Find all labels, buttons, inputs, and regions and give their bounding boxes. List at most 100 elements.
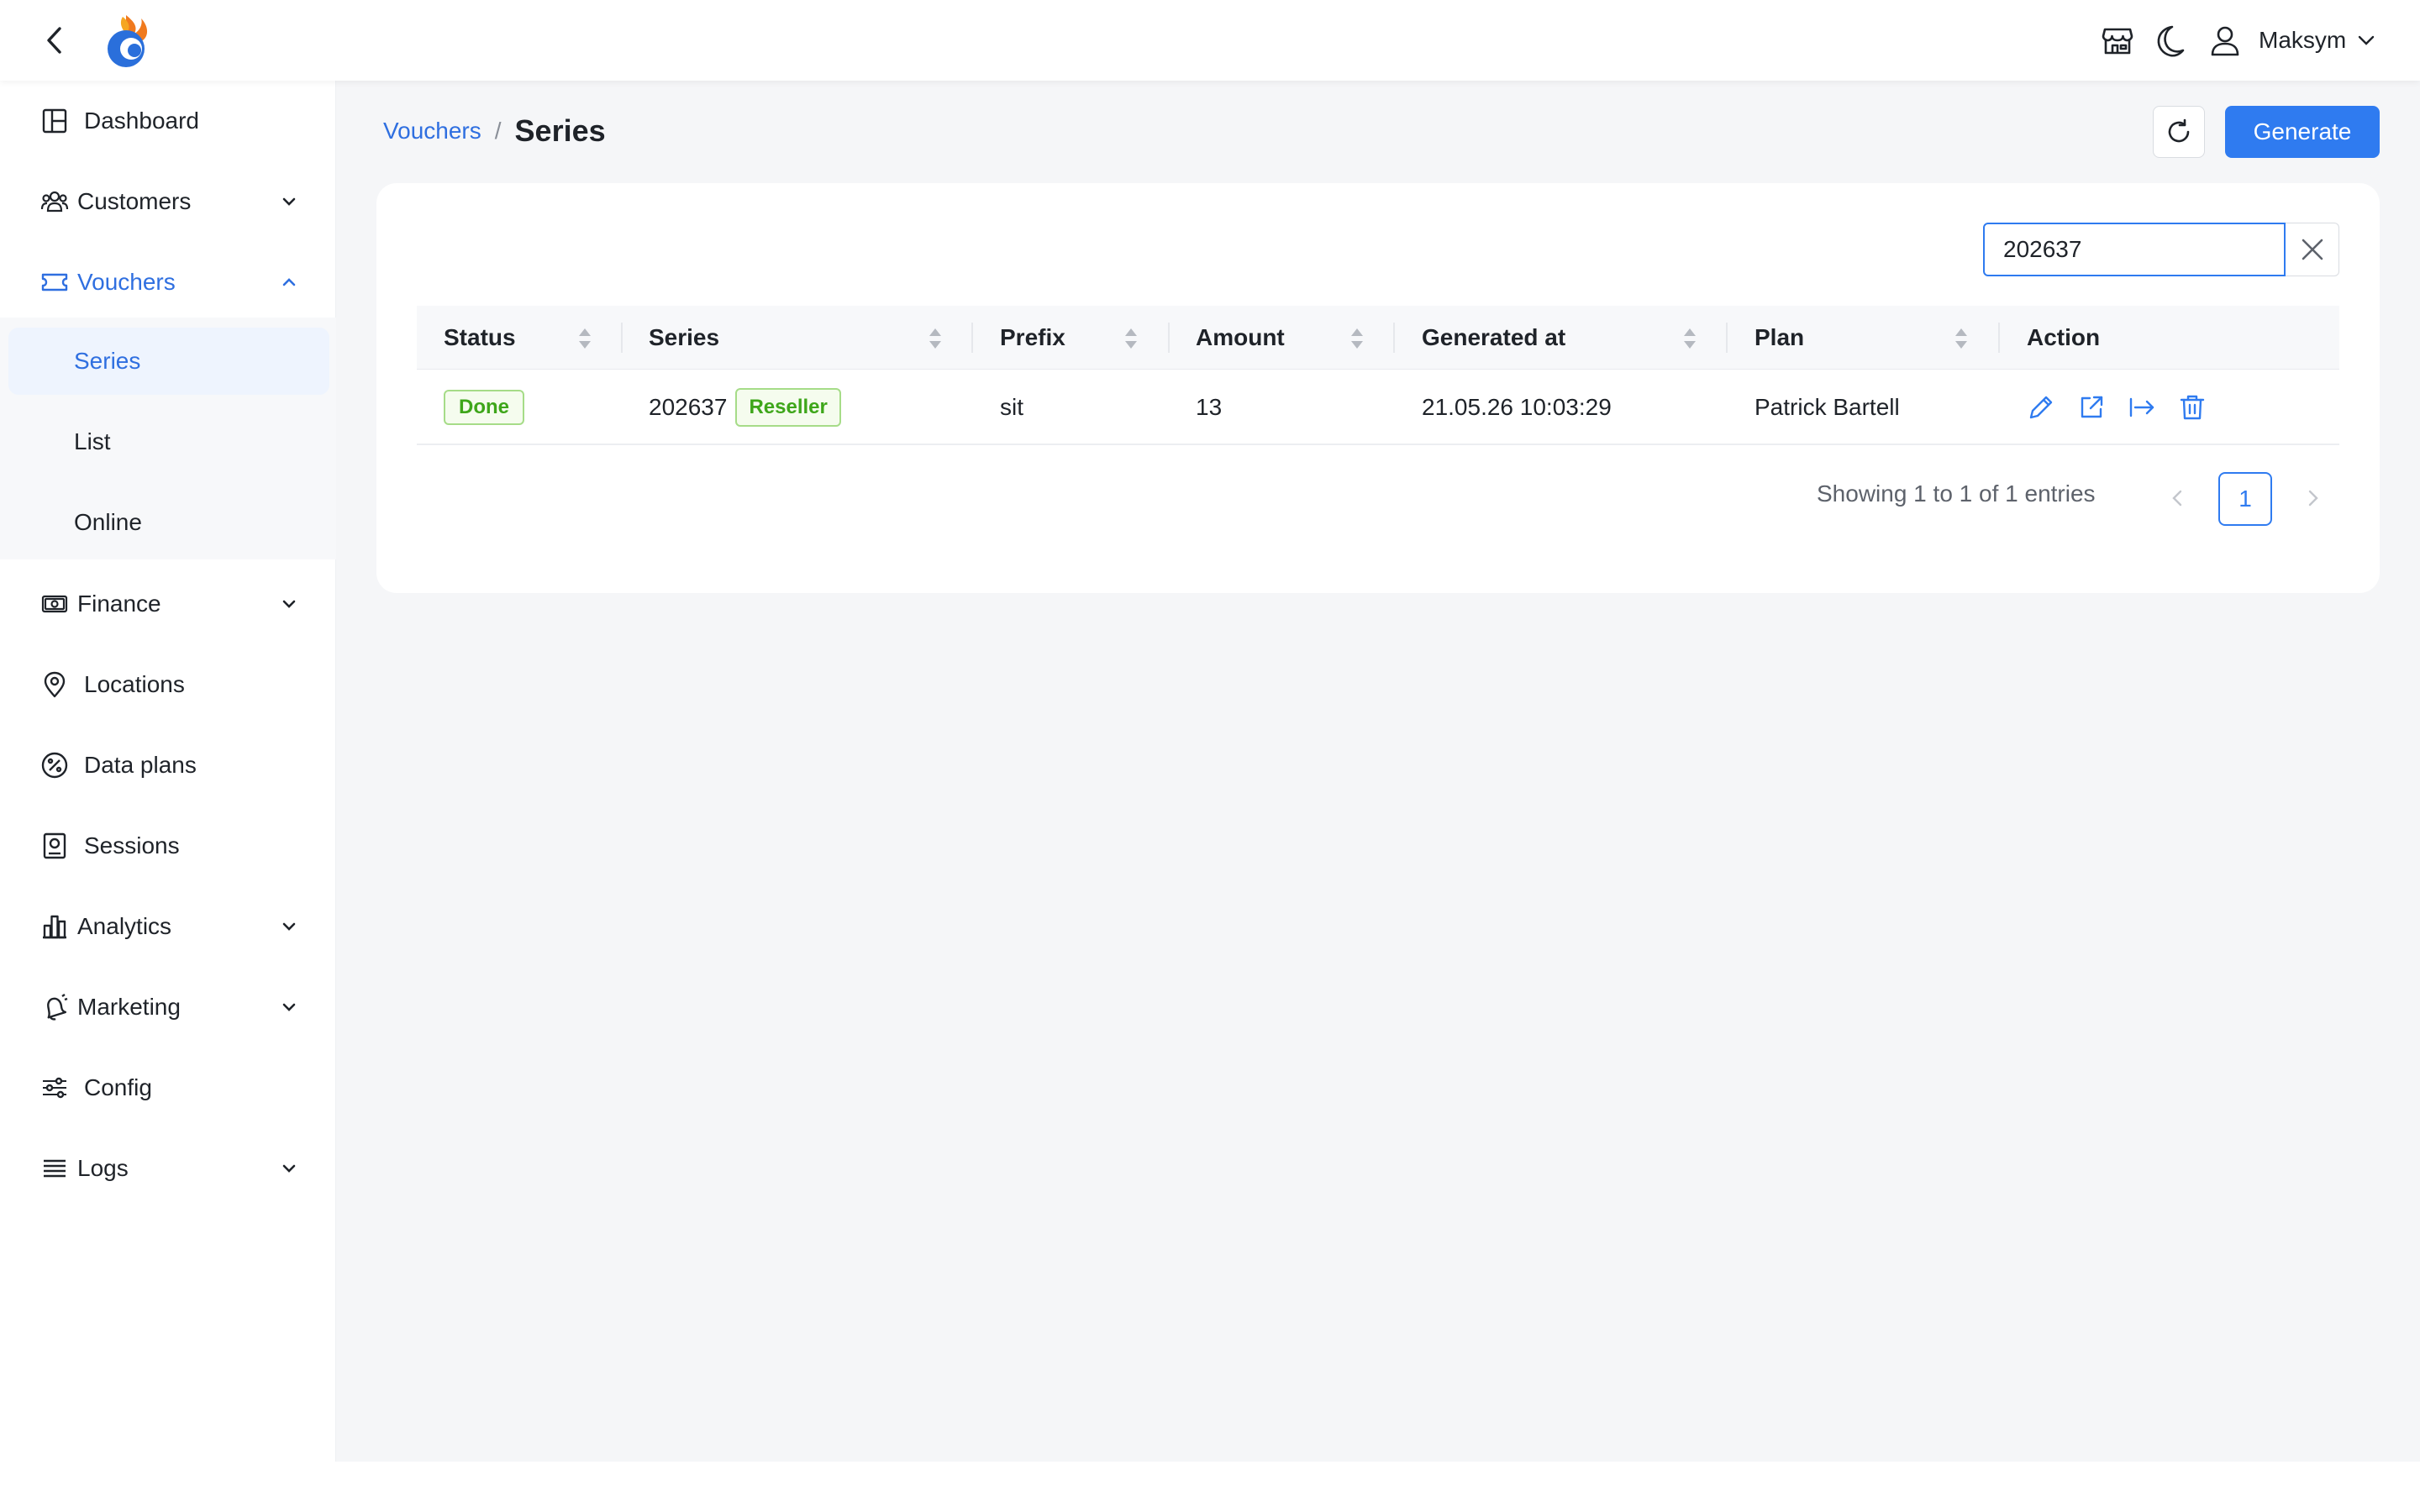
bottom-strip (0, 1462, 2420, 1512)
sidebar-item-label: Vouchers (77, 269, 176, 295)
sidebar-item-label: Marketing (77, 994, 181, 1020)
sidebar-item-sessions[interactable]: Sessions (0, 806, 336, 886)
chevron-down-icon (277, 592, 301, 616)
chevron-left-icon[interactable] (2166, 486, 2188, 511)
chevron-up-icon (277, 270, 301, 294)
sidebar-item-customers[interactable]: Customers (0, 161, 336, 242)
column-header-action: Action (2027, 324, 2101, 350)
generated-at-cell: 21.05.26 10:03:29 (1422, 394, 1612, 420)
sort-icon[interactable] (1121, 326, 1141, 351)
export-icon[interactable] (2128, 393, 2156, 422)
bar-chart-icon (40, 912, 69, 941)
refresh-icon (2165, 118, 2193, 146)
sort-icon[interactable] (575, 326, 595, 351)
dashboard-icon (40, 107, 69, 135)
column-divider (971, 323, 973, 353)
prefix-cell: sit (1000, 394, 1023, 420)
column-header-prefix[interactable]: Prefix (1000, 306, 1065, 370)
series-value: 202637 (649, 394, 728, 420)
sidebar-item-label: Online (74, 509, 142, 535)
breadcrumb: Vouchers / Series (383, 113, 606, 148)
sidebar-item-label: Locations (84, 671, 185, 697)
sidebar: Dashboard Customers Vouchers Series List… (0, 81, 336, 1462)
close-icon (2300, 237, 2325, 262)
bell-icon (40, 993, 69, 1021)
sidebar-subitem-list[interactable]: List (8, 408, 329, 475)
sidebar-item-label: Data plans (84, 752, 197, 778)
user-name: Maksym (2259, 27, 2347, 53)
top-header: Maksym (0, 0, 2420, 81)
amount-cell: 13 (1196, 394, 1223, 420)
page-title: Series (514, 113, 606, 148)
column-header-plan[interactable]: Plan (1754, 306, 1804, 370)
column-divider (1393, 323, 1395, 353)
sidebar-item-label: Sessions (84, 832, 180, 858)
sidebar-item-config[interactable]: Config (0, 1047, 336, 1128)
store-icon[interactable] (2100, 23, 2135, 58)
list-icon (40, 1154, 69, 1183)
sidebar-item-marketing[interactable]: Marketing (0, 967, 336, 1047)
sidebar-item-label: Dashboard (84, 108, 199, 134)
page-number-button[interactable]: 1 (2218, 472, 2272, 526)
sidebar-item-label: Finance (77, 591, 161, 617)
breadcrumb-separator: / (494, 118, 502, 144)
back-icon[interactable] (37, 22, 74, 59)
column-divider (1998, 323, 2000, 353)
series-cell: 202637 Reseller (649, 370, 841, 445)
delete-icon[interactable] (2178, 393, 2207, 422)
search-input[interactable] (1983, 223, 2286, 276)
refresh-button[interactable] (2153, 106, 2205, 158)
reseller-badge: Reseller (735, 388, 841, 427)
sort-icon[interactable] (1951, 326, 1971, 351)
status-badge: Done (444, 390, 524, 425)
sliders-icon (40, 1074, 69, 1102)
user-icon[interactable] (2207, 23, 2243, 58)
moon-icon[interactable] (2154, 23, 2189, 58)
column-header-series[interactable]: Series (649, 306, 719, 370)
sidebar-item-label: Analytics (77, 913, 172, 939)
sort-icon[interactable] (925, 326, 945, 351)
sort-icon[interactable] (1347, 326, 1367, 351)
sidebar-item-analytics[interactable]: Analytics (0, 886, 336, 967)
column-divider (621, 323, 623, 353)
sidebar-subitem-online[interactable]: Online (8, 489, 329, 556)
sidebar-item-logs[interactable]: Logs (0, 1128, 336, 1209)
edit-icon[interactable] (2027, 393, 2055, 422)
customers-icon (40, 187, 69, 216)
generate-button[interactable]: Generate (2225, 106, 2380, 158)
column-header-amount[interactable]: Amount (1196, 306, 1285, 370)
chevron-down-icon (277, 915, 301, 938)
chevron-down-icon (2356, 30, 2376, 50)
chevron-down-icon (277, 1157, 301, 1180)
table-row[interactable]: Done 202637 Reseller sit 13 21.05.26 10:… (417, 370, 2339, 445)
location-pin-icon (40, 670, 69, 699)
column-header-status[interactable]: Status (444, 306, 516, 370)
pagination-summary: Showing 1 to 1 of 1 entries (1817, 480, 2096, 507)
user-menu[interactable]: Maksym (2259, 24, 2376, 57)
plan-cell: Patrick Bartell (1754, 394, 1900, 420)
chevron-down-icon (277, 995, 301, 1019)
sort-icon[interactable] (1680, 326, 1700, 351)
sidebar-item-finance[interactable]: Finance (0, 564, 336, 644)
clear-search-button[interactable] (2286, 223, 2339, 276)
sidebar-item-vouchers[interactable]: Vouchers (0, 242, 336, 323)
column-divider (1726, 323, 1728, 353)
open-external-icon[interactable] (2077, 393, 2106, 422)
chevron-right-icon[interactable] (2302, 486, 2324, 511)
sessions-icon (40, 832, 69, 860)
sidebar-item-label: List (74, 428, 111, 454)
breadcrumb-link-vouchers[interactable]: Vouchers (383, 118, 481, 144)
sidebar-item-label: Logs (77, 1155, 129, 1181)
column-header-generated-at[interactable]: Generated at (1422, 306, 1565, 370)
sidebar-subitem-series[interactable]: Series (8, 328, 329, 395)
app-logo[interactable] (101, 12, 153, 69)
sidebar-item-label: Config (84, 1074, 152, 1100)
ticket-icon (40, 268, 69, 297)
sidebar-item-data-plans[interactable]: Data plans (0, 725, 336, 806)
percent-icon (40, 751, 69, 780)
sidebar-item-dashboard[interactable]: Dashboard (0, 81, 336, 161)
sidebar-item-label: Customers (77, 188, 192, 214)
sidebar-item-label: Series (74, 348, 141, 374)
table-header: Status Series Prefix Amount Generated at… (417, 306, 2339, 370)
sidebar-item-locations[interactable]: Locations (0, 644, 336, 725)
